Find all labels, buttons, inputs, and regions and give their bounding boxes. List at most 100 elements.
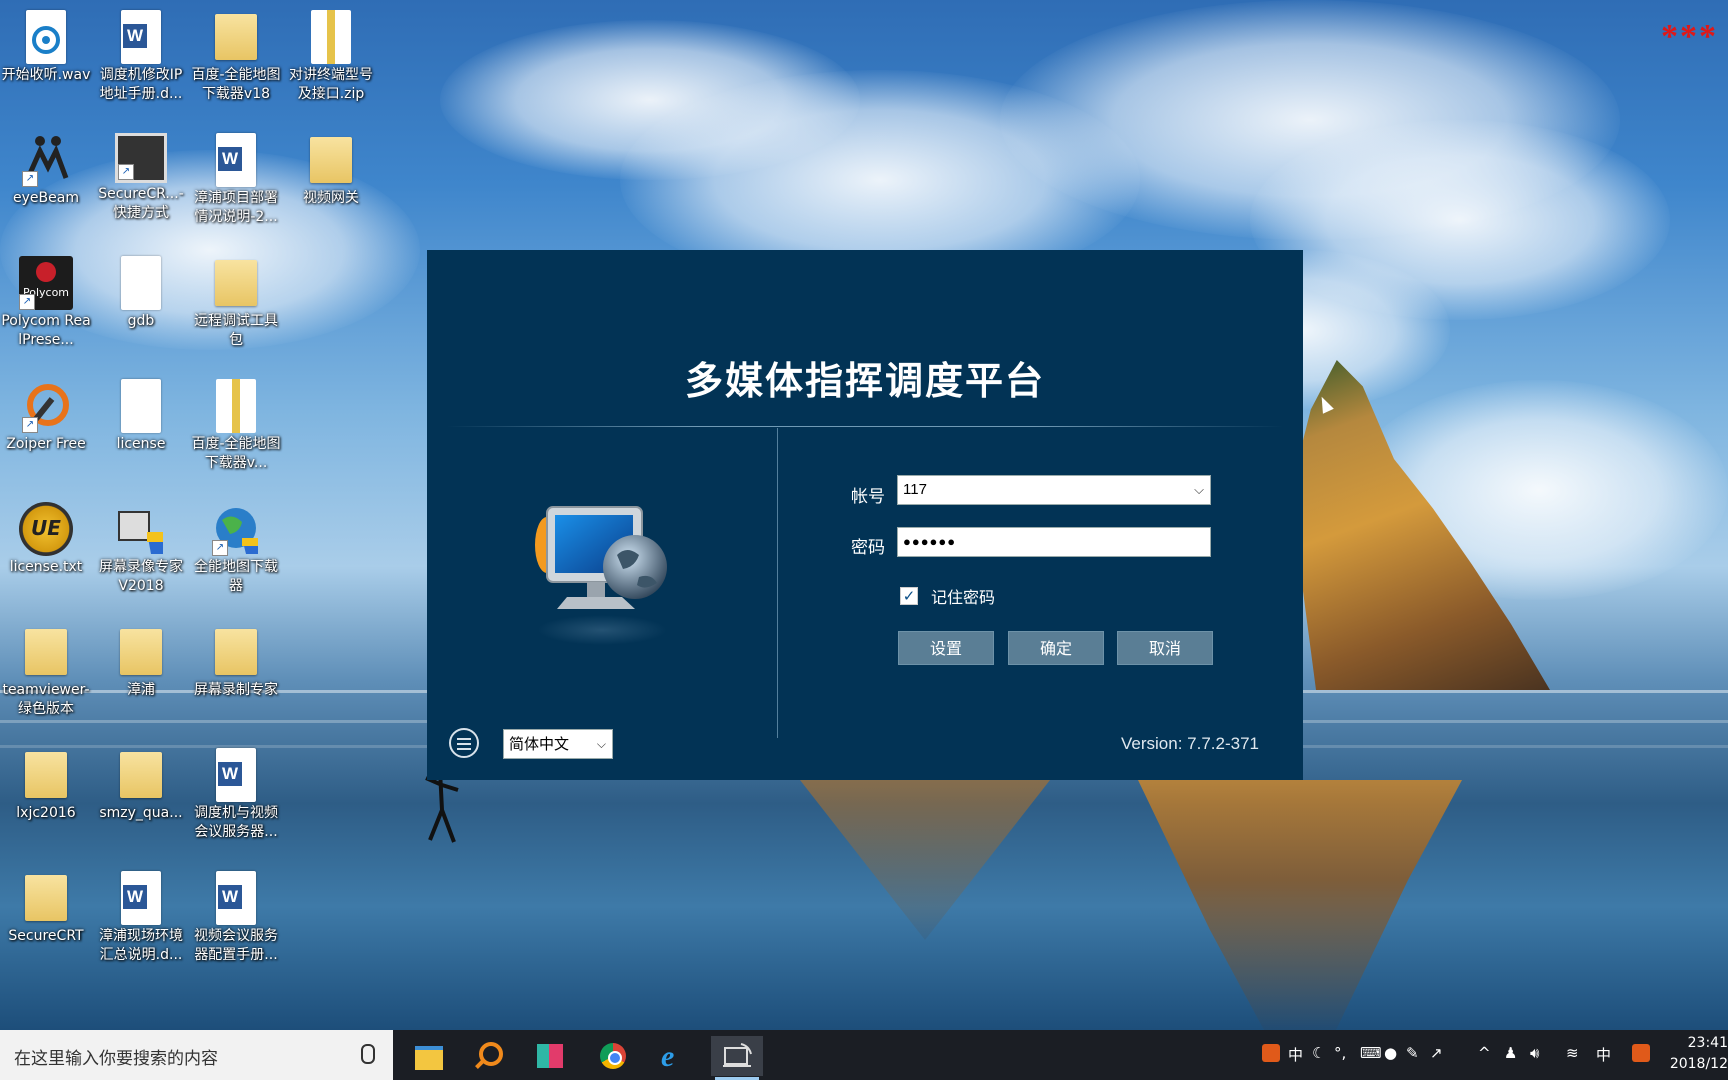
- icon-label: 百度-全能地图下载器v18: [191, 67, 281, 102]
- folder-icon: [212, 625, 260, 679]
- icon-label: SecureCRT: [8, 928, 84, 944]
- external-link-icon[interactable]: ↗: [1430, 1044, 1443, 1062]
- settings-button[interactable]: 设置: [898, 631, 994, 665]
- sogou-ime-icon[interactable]: [1262, 1044, 1280, 1062]
- desktop-icon[interactable]: gdb: [96, 250, 186, 331]
- desktop-icon[interactable]: UE license.txt: [1, 496, 91, 577]
- desktop-icon[interactable]: ↗ eyeBeam: [1, 127, 91, 208]
- icon-label: 漳浦现场环境汇总说明.d...: [99, 928, 183, 963]
- zip-file-icon: [311, 10, 351, 64]
- desktop-icon[interactable]: 视频网关: [286, 127, 376, 208]
- file-explorer-icon[interactable]: [403, 1036, 455, 1076]
- globe-app-icon: ↗: [212, 502, 260, 556]
- app-tray-icon[interactable]: ♟: [1504, 1044, 1517, 1062]
- sogou-ime-icon[interactable]: [1632, 1044, 1650, 1062]
- desktop-icon[interactable]: 屏幕录像专家V2018: [96, 496, 186, 596]
- word-doc-icon: W: [121, 10, 161, 64]
- desktop-icon[interactable]: SecureCRT: [1, 865, 91, 946]
- folder-icon: [22, 748, 70, 802]
- eyebeam-app-icon: ↗: [22, 133, 70, 187]
- icon-label: 调度机与视频会议服务器...: [194, 805, 278, 840]
- keyboard-icon[interactable]: [449, 728, 479, 758]
- dialog-title: 多媒体指挥调度平台: [684, 359, 1045, 403]
- desktop-icon[interactable]: W 调度机修改IP地址手册.d...: [96, 4, 186, 104]
- desktop-icon[interactable]: W 漳浦项目部署情况说明-2...: [191, 127, 281, 227]
- language-select[interactable]: 简体中文 ⌵: [503, 729, 613, 759]
- cliff-reflection: [800, 780, 1050, 940]
- keyboard-icon[interactable]: ⌨: [1360, 1044, 1382, 1062]
- input-language[interactable]: 中: [1596, 1044, 1611, 1065]
- ime-mode[interactable]: 中: [1288, 1044, 1303, 1065]
- login-dialog: 多媒体指挥调度平台 帐号 117 ⌵ 密码 ●●●●●● ✓ 记住密码 设置 确…: [427, 250, 1303, 780]
- desktop-icon[interactable]: license: [96, 373, 186, 454]
- wrench-icon[interactable]: ✎: [1406, 1044, 1419, 1062]
- icon-label: Polycom RealPrese...: [1, 313, 91, 348]
- desktop-icon[interactable]: 百度-全能地图下载器v18: [191, 4, 281, 104]
- icon-label: 远程调试工具包: [194, 313, 278, 348]
- cancel-button[interactable]: 取消: [1117, 631, 1213, 665]
- icon-label: license: [116, 436, 166, 452]
- moon-icon[interactable]: ☾: [1312, 1044, 1325, 1062]
- system-clock[interactable]: 23:41 2018/12: [1670, 1033, 1728, 1075]
- screen-recorder-app-icon: [117, 502, 165, 556]
- version-text: Version: 7.7.2-371: [1121, 734, 1259, 753]
- icon-label: 视频网关: [303, 190, 359, 206]
- folder-icon: [212, 10, 260, 64]
- zip-file-icon: [216, 379, 256, 433]
- dispatch-client-taskbar-icon[interactable]: [711, 1036, 763, 1080]
- password-field[interactable]: ●●●●●●: [897, 527, 1211, 557]
- desktop-icon[interactable]: 屏幕录制专家: [191, 619, 281, 700]
- ultraedit-icon: UE: [19, 502, 73, 556]
- icon-label: 开始收听.wav: [1, 67, 91, 83]
- desktop-icon[interactable]: 开始收听.wav: [1, 4, 91, 85]
- icon-label: Zoiper Free: [6, 436, 86, 452]
- zoiper-app-icon: ↗: [22, 379, 70, 433]
- file-icon: [121, 379, 161, 433]
- desktop-icon[interactable]: ↗ SecureCR...- 快捷方式: [96, 127, 186, 223]
- icon-label: 屏幕录制专家: [194, 682, 278, 698]
- language-value: 简体中文: [509, 735, 570, 753]
- icon-label: 屏幕录像专家V2018: [99, 559, 183, 594]
- account-value: 117: [903, 481, 927, 498]
- icon-label: 视频会议服务器配置手册...: [194, 928, 278, 963]
- store-icon[interactable]: [524, 1036, 576, 1076]
- password-label: 密码: [851, 538, 885, 558]
- volume-icon[interactable]: 🔊︎: [1530, 1044, 1539, 1062]
- ok-button[interactable]: 确定: [1008, 631, 1104, 665]
- icon-label: 全能地图下载器: [194, 559, 278, 594]
- desktop-icon[interactable]: smzy_qua...: [96, 742, 186, 823]
- desktop-icon[interactable]: ↗ 全能地图下载器: [191, 496, 281, 596]
- punctuation-icon[interactable]: °,: [1334, 1044, 1346, 1062]
- remember-password-label[interactable]: 记住密码: [931, 584, 995, 608]
- desktop-icon[interactable]: W 漳浦现场环境汇总说明.d...: [96, 865, 186, 965]
- desktop-icon[interactable]: 漳浦: [96, 619, 186, 700]
- user-icon[interactable]: ●: [1384, 1044, 1397, 1062]
- desktop-icon[interactable]: 百度-全能地图下载器v...: [191, 373, 281, 473]
- icon-label: lxjc2016: [16, 805, 76, 821]
- chevron-up-icon[interactable]: ^: [1478, 1044, 1491, 1062]
- desktop-icon[interactable]: ↗ Zoiper Free: [1, 373, 91, 454]
- chevron-down-icon[interactable]: ⌵: [1194, 476, 1204, 504]
- icon-label: eyeBeam: [13, 190, 79, 206]
- icon-label: 漳浦: [127, 682, 155, 698]
- desktop-icon[interactable]: W 视频会议服务器配置手册...: [191, 865, 281, 965]
- search-tool-icon[interactable]: [463, 1036, 515, 1076]
- chrome-icon[interactable]: [587, 1036, 639, 1076]
- desktop-icon[interactable]: teamviewer-绿色版本: [1, 619, 91, 719]
- folder-icon: [117, 625, 165, 679]
- word-doc-icon: W: [216, 133, 256, 187]
- remember-password-checkbox[interactable]: ✓: [900, 587, 918, 605]
- network-icon[interactable]: ≋: [1566, 1044, 1579, 1062]
- folder-icon: [212, 256, 260, 310]
- account-combobox[interactable]: 117 ⌵: [897, 475, 1211, 505]
- desktop-icon[interactable]: 对讲终端型号及接口.zip: [286, 4, 376, 104]
- desktop-icon[interactable]: W 调度机与视频会议服务器...: [191, 742, 281, 842]
- microphone-icon[interactable]: [361, 1044, 375, 1064]
- internet-explorer-icon[interactable]: e: [649, 1036, 701, 1076]
- desktop-icon[interactable]: 远程调试工具包: [191, 250, 281, 350]
- taskbar-search-box[interactable]: 在这里输入你要搜索的内容: [0, 1030, 393, 1080]
- desktop-icon[interactable]: Polycom ↗ Polycom RealPrese...: [1, 250, 91, 350]
- desktop-icon[interactable]: lxjc2016: [1, 742, 91, 823]
- securecrt-shortcut-icon: ↗: [115, 133, 167, 183]
- chevron-down-icon[interactable]: ⌵: [597, 730, 606, 758]
